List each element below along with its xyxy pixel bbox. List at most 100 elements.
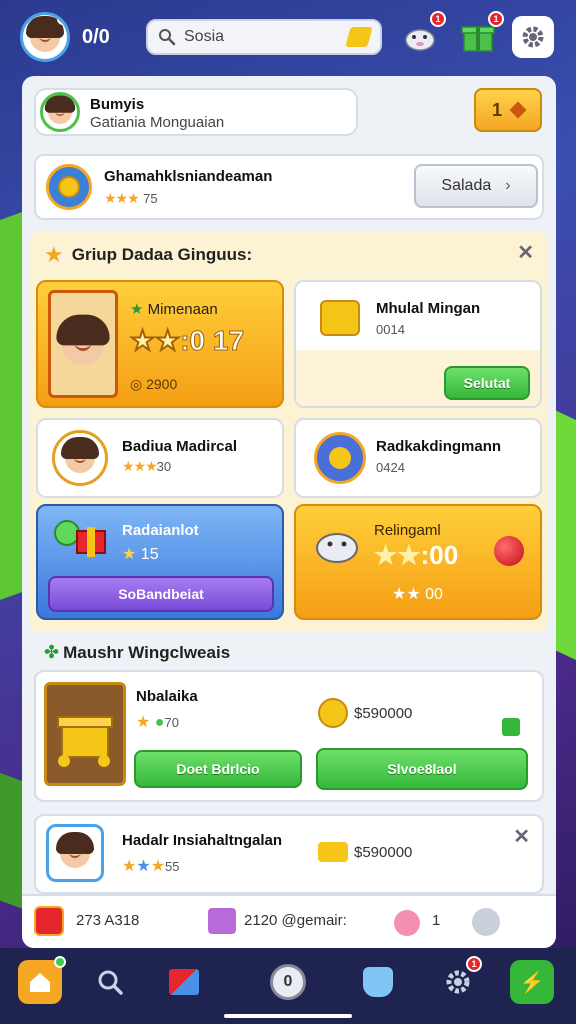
friend-price: $590000 (318, 842, 412, 862)
star-icon: ★ (122, 546, 141, 563)
tile-card[interactable]: Radkakdingmann 0424 (294, 418, 542, 498)
section-title: Griup Dadaa Ginguus: (71, 245, 253, 264)
tile-title: Radaianlot (122, 522, 199, 539)
search-bar[interactable]: Sosia (146, 19, 382, 55)
settings-button[interactable] (512, 16, 554, 58)
star-icon: ★★ (392, 586, 426, 603)
home-indicator (224, 1014, 352, 1018)
mascot-icon (405, 29, 435, 51)
profile-card[interactable]: Bumyis Gatiania Monguaian (34, 88, 358, 136)
chevron-right-icon: › (505, 177, 511, 194)
tile-title: Relingaml (374, 522, 441, 539)
tile-avatar (52, 430, 108, 486)
friend-card[interactable]: Hadalr Insiahaltngalan ★★★55 $590000 ✕ (34, 814, 544, 894)
settings-badge: 1 (466, 956, 482, 972)
tile-subtitle: 0014 (376, 322, 405, 337)
offer-rating: ★ ●70 (136, 714, 179, 731)
treasure-icon (44, 682, 126, 786)
nav-mail[interactable] (162, 960, 206, 1004)
profile-name: Bumyis (90, 96, 145, 113)
coin-icon (329, 447, 351, 469)
search-icon (98, 970, 123, 995)
avatar-face-icon (44, 95, 76, 124)
star-icon: ★ (136, 714, 155, 731)
group-title: Ghamahklsniandeaman (104, 168, 273, 185)
clover-icon: ✤ (44, 642, 60, 662)
nav-home[interactable] (18, 956, 66, 1004)
stats-bar: 273 A318 2120 @gemair: 1 (22, 894, 556, 948)
tile-card: Radaianlot ★ 15 SoBandbeiat (36, 504, 284, 620)
stat-primary: 273 A318 (76, 912, 140, 929)
coins-stack-icon (318, 842, 348, 862)
tile-coins: ◎ 2900 (130, 376, 178, 392)
nav-boost[interactable]: ⚡ (510, 960, 554, 1004)
tile-rating: ★★ 00 (392, 586, 443, 603)
tile-title: Mhulal Mingan (376, 300, 481, 317)
present-badge: 1 (488, 11, 504, 27)
nav-center[interactable]: 0 (266, 960, 310, 1004)
profile-avatar (40, 92, 80, 132)
section-title: Maushr Wingclweais (63, 642, 231, 662)
tile-card[interactable]: Relingaml ★★:00 ★★ 00 (294, 504, 542, 620)
gift-button[interactable]: 1 (400, 11, 446, 57)
tile-action-button[interactable]: Selutat (444, 366, 530, 400)
avatar-face-icon (56, 314, 110, 365)
avatar-face-icon (26, 16, 64, 52)
stat-secondary: 2120 @gemair: (244, 912, 347, 929)
group-icon (314, 432, 366, 484)
online-indicator (57, 15, 67, 25)
tile-subtitle: 0424 (376, 460, 405, 475)
offer-right-button[interactable]: Slvoe8laol (316, 748, 528, 790)
star-icon: ★★★ (104, 190, 140, 206)
section-header: ✤ Maushr Wingclweais (44, 642, 230, 663)
potion-icon (394, 910, 420, 936)
tile-action-button[interactable]: SoBandbeiat (48, 576, 274, 612)
friend-rating: ★★★55 (122, 858, 180, 875)
group-icon (46, 164, 92, 210)
tile-avatar (48, 290, 118, 398)
present-button[interactable]: 1 (458, 11, 504, 57)
tile-card[interactable]: Badiua Madircal ★★★30 (36, 418, 284, 498)
avatar-face-icon (56, 832, 94, 868)
chest-icon (320, 300, 360, 336)
tile-title: Badiua Madircal (122, 438, 238, 455)
offer-left-button[interactable]: Doet Bdrlcio (134, 750, 302, 788)
offer-title: Nbalaika (136, 688, 198, 705)
close-icon[interactable]: ✕ (513, 824, 530, 849)
stat-count: 1 (432, 912, 441, 929)
nav-shop[interactable] (356, 960, 400, 1004)
diamond-icon (509, 101, 527, 119)
mail-icon (169, 969, 199, 995)
star-icon: ★ (44, 242, 64, 267)
gear-icon (522, 26, 544, 48)
nav-search[interactable] (88, 960, 132, 1004)
home-icon (30, 973, 50, 992)
offer-price: $590000 (318, 698, 412, 728)
tile-card[interactable]: ★ Mimenaan ★★:0 17 ◎ 2900 (36, 280, 284, 408)
gear-icon (446, 970, 470, 994)
group-rating: ★★★ 75 (104, 190, 158, 206)
gift-icon (208, 908, 236, 934)
cup-icon (363, 967, 393, 997)
badge-icon (34, 906, 64, 936)
search-placeholder: Sosia (184, 28, 225, 45)
player-avatar[interactable] (20, 12, 70, 62)
group-card: Ghamahklsniandeaman ★★★ 75 Salada › (34, 154, 544, 220)
top-bar: 0/0 Sosia 1 1 (20, 11, 556, 62)
close-icon[interactable]: ✕ (517, 240, 534, 265)
center-icon: 0 (270, 964, 306, 1000)
gift-icon (52, 516, 110, 562)
tile-score: ★★:00 (374, 540, 459, 570)
group-action-button[interactable]: Salada › (414, 164, 538, 208)
present-icon (461, 26, 495, 52)
coin-icon: ◎ (130, 376, 147, 392)
profile-icon[interactable] (472, 908, 500, 936)
nav-settings[interactable]: 1 (436, 956, 482, 1004)
tile-card: Mhulal Mingan 0014 Selutat (294, 280, 542, 408)
ruby-icon (494, 536, 524, 566)
friend-title: Hadalr Insiahaltngalan (122, 832, 283, 849)
player-level: 0/0 (82, 25, 110, 48)
coin-icon (58, 176, 80, 198)
level-button[interactable]: 1 (474, 88, 542, 132)
lightning-icon: ⚡ (519, 971, 545, 994)
